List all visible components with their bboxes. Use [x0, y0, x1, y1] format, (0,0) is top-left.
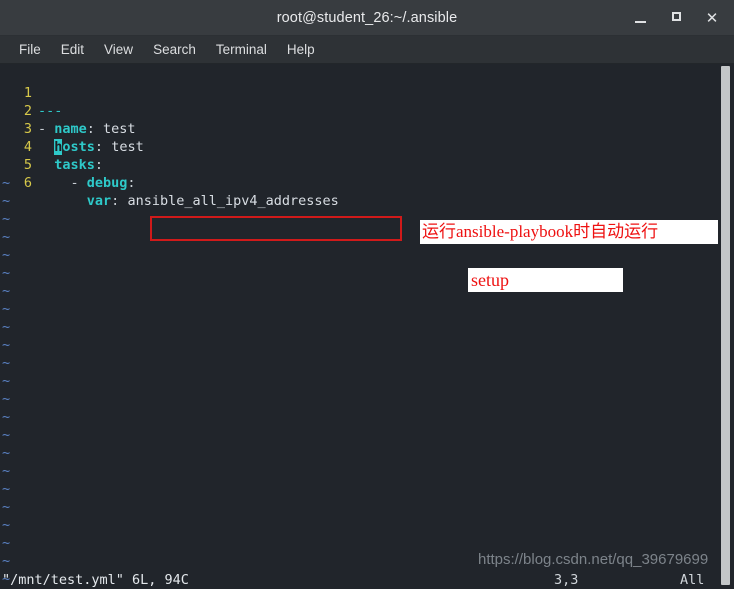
- vim-status-line: "/mnt/test.yml" 6L, 94C 3,3 All: [0, 572, 718, 589]
- code-line: 4 tasks:: [0, 120, 718, 173]
- highlight-box-variable: [150, 216, 402, 241]
- vim-empty-line-marker: ~: [2, 355, 11, 371]
- vim-empty-line-marker: ~: [2, 517, 11, 533]
- vim-empty-line-marker: ~: [2, 409, 11, 425]
- maximize-icon: [671, 12, 681, 21]
- vim-empty-line-marker: ~: [2, 283, 11, 299]
- vim-empty-line-marker: ~: [2, 247, 11, 263]
- vim-empty-line-marker: ~: [2, 553, 11, 569]
- terminal-body[interactable]: 1 --- 2 - name: test 3 hosts: test 4 tas…: [0, 64, 734, 589]
- status-cursor-position: 3,3: [554, 572, 579, 588]
- code-line: 1 ---: [0, 66, 718, 119]
- vim-empty-line-marker: ~: [2, 427, 11, 443]
- annotation-auto-run: 运行ansible-playbook时自动运行: [420, 220, 718, 244]
- vim-buffer[interactable]: 1 --- 2 - name: test 3 hosts: test 4 tas…: [0, 66, 718, 209]
- minimize-icon: [634, 21, 646, 23]
- code-line: 2 - name: test: [0, 84, 718, 137]
- menu-item-edit[interactable]: Edit: [51, 39, 94, 61]
- window-title: root@student_26:~/.ansible: [276, 10, 458, 26]
- vim-empty-line-marker: ~: [2, 175, 11, 191]
- vim-empty-line-marker: ~: [2, 373, 11, 389]
- yaml-key: var: [86, 193, 112, 209]
- menu-item-terminal[interactable]: Terminal: [206, 39, 277, 61]
- maximize-button[interactable]: [666, 8, 686, 28]
- close-button[interactable]: ✕: [702, 8, 722, 28]
- yaml-value: ansible_all_ipv4_addresses: [119, 193, 339, 209]
- menu-item-search[interactable]: Search: [143, 39, 206, 61]
- minimize-button[interactable]: [630, 8, 650, 28]
- menu-item-file[interactable]: File: [9, 39, 51, 61]
- status-scroll-indicator: All: [680, 572, 705, 588]
- yaml-key: debug: [86, 175, 128, 191]
- scrollbar-thumb[interactable]: [721, 66, 730, 585]
- vim-empty-line-marker: ~: [2, 211, 11, 227]
- menu-bar: File Edit View Search Terminal Help: [0, 36, 734, 64]
- status-file-info: "/mnt/test.yml" 6L, 94C: [2, 572, 189, 588]
- yaml-colon: :: [127, 175, 136, 191]
- yaml-indent: [38, 193, 87, 209]
- code-line: 5 - debug:: [0, 138, 718, 191]
- vim-empty-line-marker: ~: [2, 535, 11, 551]
- vim-empty-line-marker: ~: [2, 301, 11, 317]
- vim-empty-line-marker: ~: [2, 229, 11, 245]
- vim-empty-line-markers: ~~~~~~~~~~~~~~~~~~~~~~~~~: [0, 174, 32, 589]
- vim-empty-line-marker: ~: [2, 391, 11, 407]
- menu-item-help[interactable]: Help: [277, 39, 325, 61]
- terminal-window: root@student_26:~/.ansible ✕ File Edit V…: [0, 0, 734, 589]
- code-line: 3 hosts: test: [0, 102, 718, 155]
- window-titlebar: root@student_26:~/.ansible ✕: [0, 0, 734, 36]
- vim-empty-line-marker: ~: [2, 337, 11, 353]
- vim-empty-line-marker: ~: [2, 193, 11, 209]
- yaml-list-bullet: -: [70, 175, 87, 191]
- close-icon: ✕: [705, 9, 719, 27]
- vim-empty-line-marker: ~: [2, 319, 11, 335]
- vim-empty-line-marker: ~: [2, 499, 11, 515]
- vim-empty-line-marker: ~: [2, 463, 11, 479]
- vim-empty-line-marker: ~: [2, 265, 11, 281]
- vertical-scrollbar[interactable]: [720, 64, 731, 589]
- watermark: https://blog.csdn.net/qq_39679699: [478, 551, 709, 568]
- code-line: 6 var: ansible_all_ipv4_addresses: [0, 156, 718, 209]
- menu-item-view[interactable]: View: [94, 39, 143, 61]
- annotation-setup: setup: [468, 268, 623, 292]
- line-content: var: ansible_all_ipv4_addresses: [38, 192, 339, 210]
- vim-empty-line-marker: ~: [2, 481, 11, 497]
- vim-empty-line-marker: ~: [2, 445, 11, 461]
